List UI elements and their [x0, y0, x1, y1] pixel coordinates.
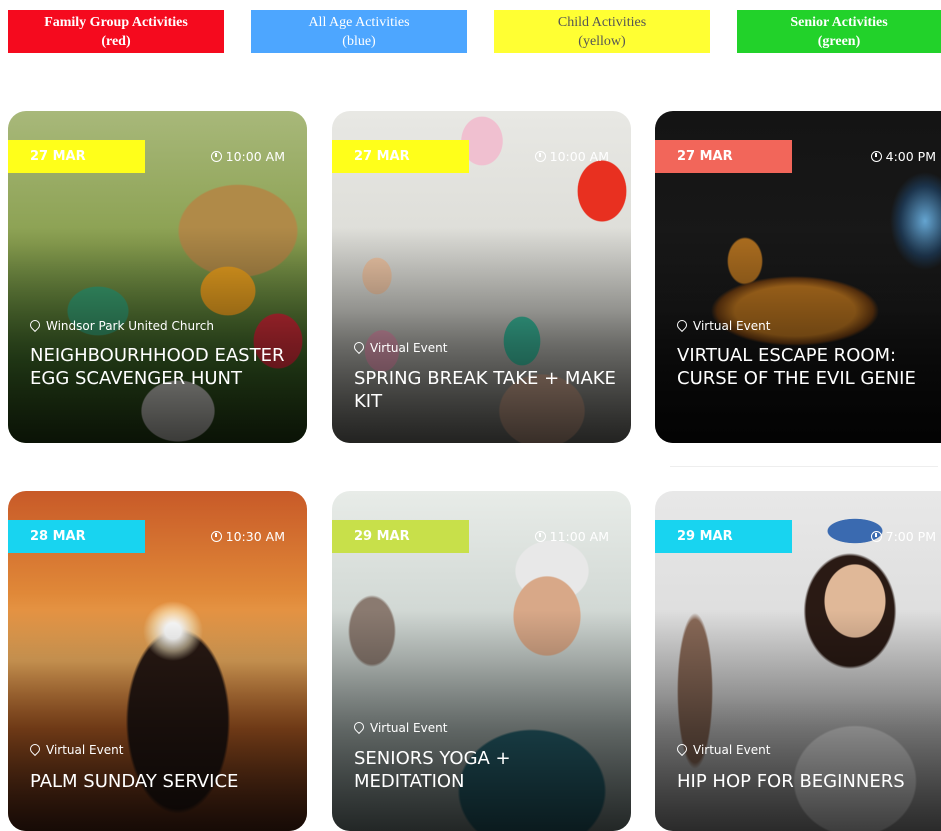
- location-pin-icon: [674, 741, 690, 757]
- divider: [670, 466, 938, 467]
- time-text: 11:00 AM: [549, 529, 609, 544]
- event-card[interactable]: 29 MAR 11:00 AM Virtual Event SENIORS YO…: [332, 491, 631, 831]
- time-text: 10:00 AM: [549, 149, 609, 164]
- legend-color-name: (blue): [342, 34, 376, 49]
- event-title[interactable]: PALM SUNDAY SERVICE: [30, 771, 293, 794]
- location-text: Virtual Event: [46, 743, 124, 757]
- date-badge: 27 MAR: [332, 140, 469, 173]
- legend-child: Child Activities (yellow): [494, 10, 710, 53]
- legend-color-name: (green): [817, 34, 861, 49]
- legend-color-name: (yellow): [578, 34, 626, 49]
- event-title[interactable]: NEIGHBOURHHOOD EASTER EGG SCAVENGER HUNT: [30, 345, 293, 390]
- legend-label: Child Activities: [557, 15, 647, 30]
- date-badge: 29 MAR: [655, 520, 792, 553]
- time-text: 10:30 AM: [225, 529, 285, 544]
- event-card[interactable]: 27 MAR 4:00 PM Virtual Event VIRTUAL ESC…: [655, 111, 941, 443]
- date-badge: 27 MAR: [655, 140, 792, 173]
- event-location: Virtual Event: [674, 741, 771, 757]
- location-text: Virtual Event: [693, 743, 771, 757]
- event-title[interactable]: VIRTUAL ESCAPE ROOM: CURSE OF THE EVIL G…: [677, 345, 931, 390]
- event-title[interactable]: HIP HOP FOR BEGINNERS: [677, 771, 931, 794]
- clock-icon: [210, 151, 222, 162]
- event-location: Windsor Park United Church: [27, 317, 214, 333]
- event-location: Virtual Event: [674, 317, 771, 333]
- legend-color-name: (red): [101, 34, 131, 49]
- event-card[interactable]: 27 MAR 10:00 AM Windsor Park United Chur…: [8, 111, 307, 443]
- legend-label: Family Group Activities: [44, 15, 188, 30]
- event-card[interactable]: 29 MAR 7:00 PM Virtual Event HIP HOP FOR…: [655, 491, 941, 831]
- clock-icon: [870, 151, 882, 162]
- legend-family: Family Group Activities (red): [8, 10, 224, 53]
- clock-icon: [534, 151, 546, 162]
- event-title[interactable]: SENIORS YOGA + MEDITATION: [354, 748, 617, 793]
- date-badge: 29 MAR: [332, 520, 469, 553]
- time-text: 10:00 AM: [225, 149, 285, 164]
- location-pin-icon: [351, 339, 367, 355]
- date-badge: 28 MAR: [8, 520, 145, 553]
- location-pin-icon: [27, 317, 43, 333]
- event-time: 10:00 AM: [210, 149, 285, 164]
- event-time: 10:30 AM: [210, 529, 285, 544]
- event-time: 7:00 PM: [870, 529, 936, 544]
- legend-label: All Age Activities: [308, 15, 410, 30]
- time-text: 4:00 PM: [885, 149, 936, 164]
- legend-all-age: All Age Activities (blue): [251, 10, 467, 53]
- event-time: 11:00 AM: [534, 529, 609, 544]
- time-text: 7:00 PM: [885, 529, 936, 544]
- location-pin-icon: [674, 317, 690, 333]
- location-text: Windsor Park United Church: [46, 319, 214, 333]
- event-time: 10:00 AM: [534, 149, 609, 164]
- legend-senior: Senior Activities (green): [737, 10, 941, 53]
- clock-icon: [210, 531, 222, 542]
- event-card[interactable]: 27 MAR 10:00 AM Virtual Event SPRING BRE…: [332, 111, 631, 443]
- location-text: Virtual Event: [693, 319, 771, 333]
- clock-icon: [534, 531, 546, 542]
- event-card[interactable]: 28 MAR 10:30 AM Virtual Event PALM SUNDA…: [8, 491, 307, 831]
- location-text: Virtual Event: [370, 341, 448, 355]
- legend-label: Senior Activities: [790, 15, 888, 30]
- clock-icon: [870, 531, 882, 542]
- event-location: Virtual Event: [351, 719, 448, 735]
- event-time: 4:00 PM: [870, 149, 936, 164]
- location-pin-icon: [351, 719, 367, 735]
- event-location: Virtual Event: [351, 339, 448, 355]
- location-pin-icon: [27, 741, 43, 757]
- location-text: Virtual Event: [370, 721, 448, 735]
- date-badge: 27 MAR: [8, 140, 145, 173]
- event-location: Virtual Event: [27, 741, 124, 757]
- event-title[interactable]: SPRING BREAK TAKE + MAKE KIT: [354, 368, 617, 413]
